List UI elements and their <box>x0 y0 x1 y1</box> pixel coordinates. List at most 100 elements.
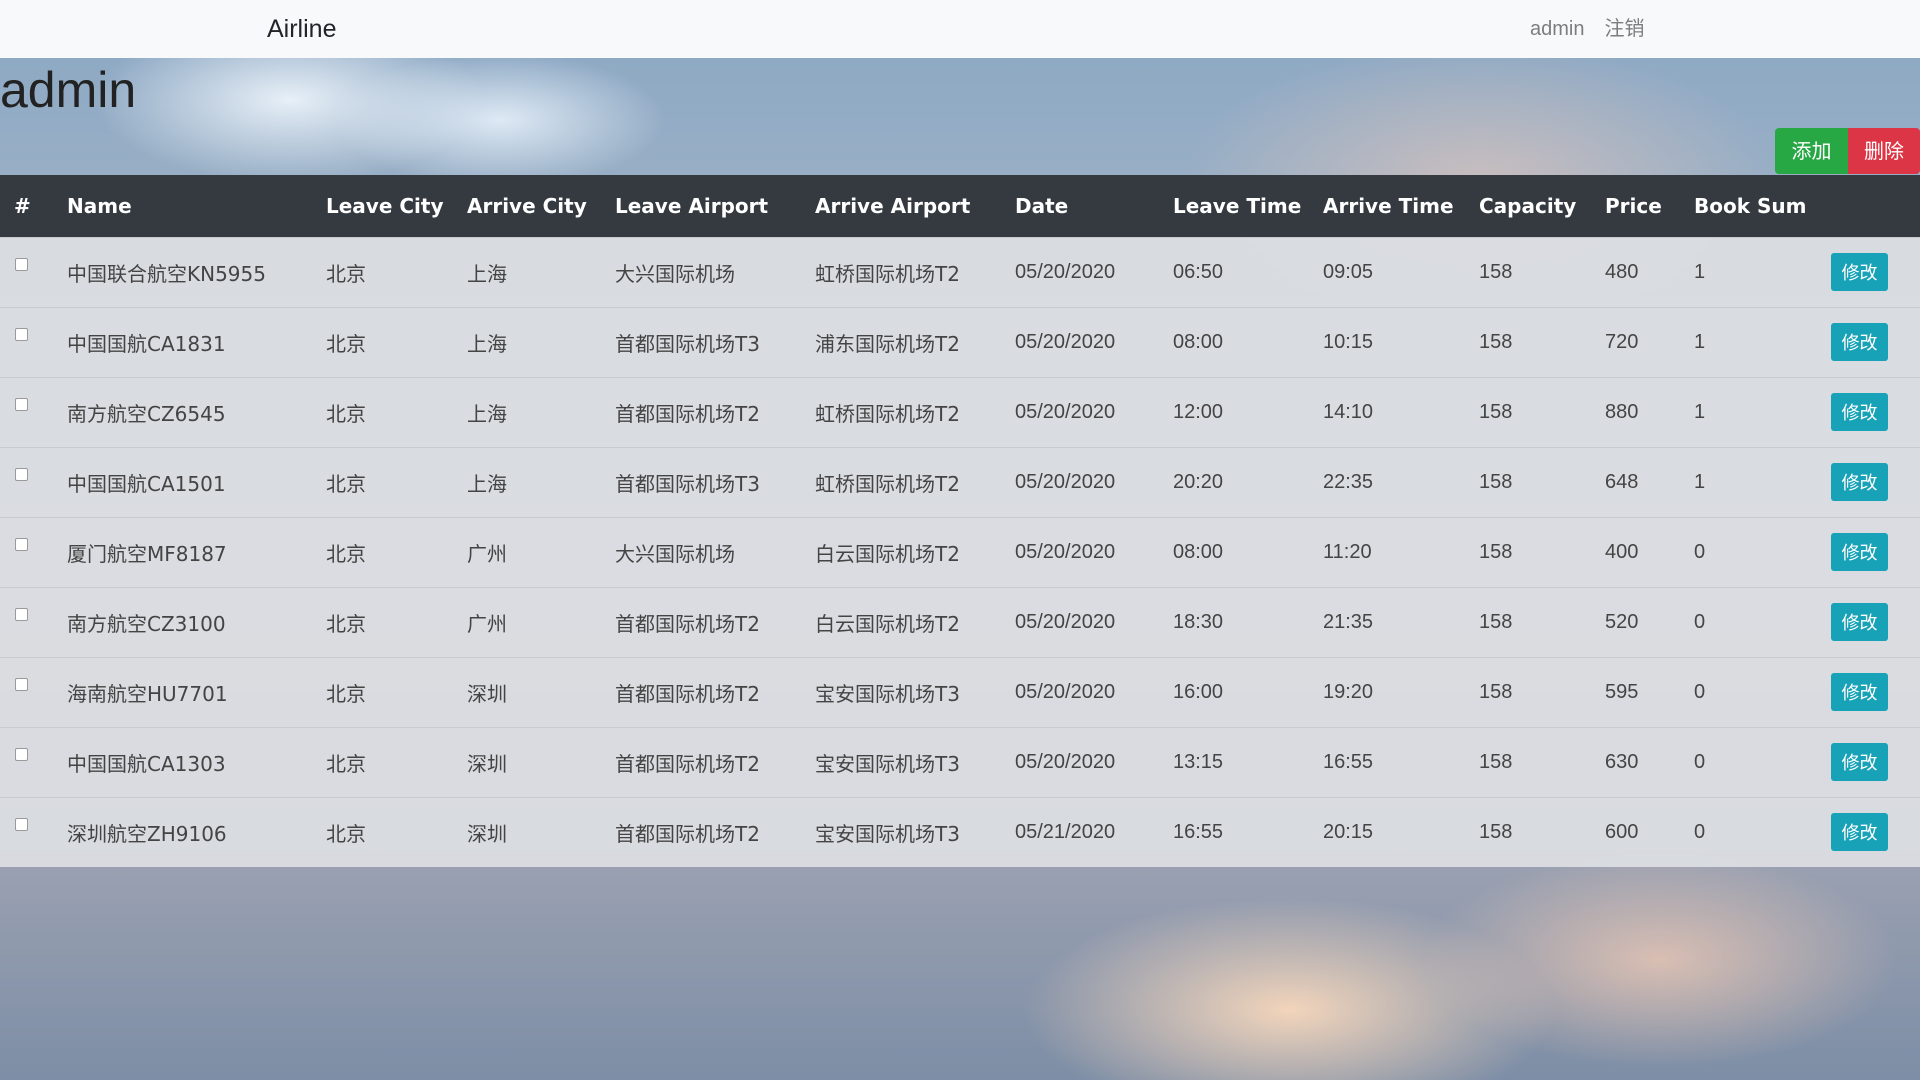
price-cell: 630 <box>1605 750 1639 773</box>
row-checkbox[interactable] <box>15 678 28 691</box>
row-checkbox[interactable] <box>15 608 28 621</box>
book-sum-cell: 0 <box>1694 750 1706 773</box>
col-header-actions <box>1831 175 1920 237</box>
book-sum-cell: 1 <box>1694 260 1706 283</box>
edit-button[interactable]: 修改 <box>1831 813 1888 852</box>
row-checkbox[interactable] <box>15 748 28 761</box>
capacity-cell: 158 <box>1479 820 1513 843</box>
row-actions-cell: 修改 <box>1831 447 1920 517</box>
edit-button[interactable]: 修改 <box>1831 253 1888 291</box>
book-sum-cell: 1 <box>1694 470 1706 493</box>
price-cell: 720 <box>1605 330 1639 353</box>
col-header-arrive-airport: Arrive Airport <box>815 193 971 218</box>
col-header-price: Price <box>1605 193 1662 218</box>
row-actions-cell: 修改 <box>1831 657 1920 727</box>
arrive-time-cell: 22:35 <box>1323 470 1374 493</box>
row-checkbox[interactable] <box>15 398 28 411</box>
edit-button[interactable]: 修改 <box>1831 393 1888 431</box>
row-checkbox[interactable] <box>15 258 28 271</box>
row-checkbox[interactable] <box>15 468 28 481</box>
book-sum-cell: 0 <box>1694 680 1706 703</box>
arrive-airport-cell: 白云国际机场T2 <box>815 611 960 636</box>
book-sum-cell: 1 <box>1694 400 1706 423</box>
arrive-city-cell: 深圳 <box>467 821 507 846</box>
col-header-book-sum: Book Sum <box>1694 193 1807 218</box>
leave-airport-cell: 首都国际机场T3 <box>615 331 760 356</box>
leave-time-cell: 12:00 <box>1173 400 1224 423</box>
logout-link[interactable]: 注销 <box>1604 14 1644 44</box>
book-sum-cell: 0 <box>1694 610 1706 633</box>
table-row: 中国国航CA1303 北京 深圳 首都国际机场T2 宝安国际机场T3 05/20/2020… <box>0 727 1920 797</box>
flight-date-cell: 05/20/2020 <box>1015 400 1116 423</box>
arrive-airport-cell: 虹桥国际机场T2 <box>815 261 960 286</box>
row-actions-cell: 修改 <box>1831 377 1920 447</box>
flight-date-cell: 05/20/2020 <box>1015 330 1116 353</box>
leave-airport-cell: 首都国际机场T2 <box>615 751 760 776</box>
flight-name-cell: 厦门航空MF8187 <box>67 541 227 566</box>
flight-date-cell: 05/20/2020 <box>1015 540 1116 563</box>
flight-name-cell: 深圳航空ZH9106 <box>67 821 227 846</box>
capacity-cell: 158 <box>1479 260 1513 283</box>
col-header-index: # <box>14 193 31 218</box>
leave-city-cell: 北京 <box>326 541 366 566</box>
leave-time-cell: 06:50 <box>1173 260 1224 283</box>
delete-button[interactable]: 删除 <box>1848 128 1920 174</box>
edit-button[interactable]: 修改 <box>1831 673 1888 711</box>
arrive-city-cell: 深圳 <box>467 751 507 776</box>
arrive-airport-cell: 虹桥国际机场T2 <box>815 401 960 426</box>
arrive-city-cell: 广州 <box>467 611 507 636</box>
arrive-airport-cell: 宝安国际机场T3 <box>815 751 960 776</box>
arrive-time-cell: 19:20 <box>1323 680 1374 703</box>
table-row: 海南航空HU7701 北京 深圳 首都国际机场T2 宝安国际机场T3 05/20/2020… <box>0 657 1920 727</box>
flights-table: # Name Leave City Arrive City Leave Airp… <box>0 175 1920 867</box>
row-checkbox[interactable] <box>15 818 28 832</box>
arrive-time-cell: 10:15 <box>1323 330 1374 353</box>
arrive-time-cell: 11:20 <box>1323 540 1372 563</box>
table-row: 中国国航CA1831 北京 上海 首都国际机场T3 浦东国际机场T2 05/20/2020… <box>0 307 1920 377</box>
leave-time-cell: 16:00 <box>1173 680 1224 703</box>
leave-time-cell: 18:30 <box>1173 610 1224 633</box>
flight-name-cell: 中国国航CA1501 <box>67 471 226 496</box>
arrive-airport-cell: 浦东国际机场T2 <box>815 331 960 356</box>
price-cell: 400 <box>1605 540 1639 563</box>
table-row: 深圳航空ZH9106 北京 深圳 首都国际机场T2 宝安国际机场T3 05/21/2020… <box>0 797 1920 867</box>
leave-time-cell: 08:00 <box>1173 540 1224 563</box>
arrive-airport-cell: 虹桥国际机场T2 <box>815 471 960 496</box>
action-buttons: 添加 删除 <box>1775 128 1920 174</box>
arrive-airport-cell: 宝安国际机场T3 <box>815 821 960 846</box>
arrive-time-cell: 14:10 <box>1323 400 1374 423</box>
row-select-cell <box>0 517 67 587</box>
leave-airport-cell: 首都国际机场T2 <box>615 821 760 846</box>
row-select-cell <box>0 727 67 797</box>
flight-name-cell: 海南航空HU7701 <box>67 681 228 706</box>
brand-link[interactable]: Airline <box>267 12 336 46</box>
capacity-cell: 158 <box>1479 540 1513 563</box>
flight-name-cell: 中国国航CA1831 <box>67 331 226 356</box>
user-link[interactable]: admin <box>1530 14 1584 44</box>
edit-button[interactable]: 修改 <box>1831 533 1888 571</box>
arrive-city-cell: 上海 <box>467 331 507 356</box>
edit-button[interactable]: 修改 <box>1831 743 1888 781</box>
navbar: Airline admin 注销 <box>0 0 1920 58</box>
col-header-date: Date <box>1015 193 1069 218</box>
leave-city-cell: 北京 <box>326 261 366 286</box>
flight-name-cell: 中国国航CA1303 <box>67 751 226 776</box>
capacity-cell: 158 <box>1479 610 1513 633</box>
add-button[interactable]: 添加 <box>1775 128 1848 174</box>
flight-date-cell: 05/20/2020 <box>1015 750 1116 773</box>
arrive-airport-cell: 白云国际机场T2 <box>815 541 960 566</box>
book-sum-cell: 0 <box>1694 540 1706 563</box>
capacity-cell: 158 <box>1479 750 1513 773</box>
table-row: 厦门航空MF8187 北京 广州 大兴国际机场 白云国际机场T2 05/20/2020 08… <box>0 517 1920 587</box>
leave-airport-cell: 首都国际机场T2 <box>615 401 760 426</box>
arrive-city-cell: 上海 <box>467 401 507 426</box>
price-cell: 880 <box>1605 400 1639 423</box>
row-checkbox[interactable] <box>15 538 28 551</box>
edit-button[interactable]: 修改 <box>1831 463 1888 501</box>
edit-button[interactable]: 修改 <box>1831 603 1888 641</box>
row-checkbox[interactable] <box>15 328 28 341</box>
leave-city-cell: 北京 <box>326 331 366 356</box>
capacity-cell: 158 <box>1479 680 1513 703</box>
flight-name-cell: 中国联合航空KN5955 <box>67 261 266 286</box>
edit-button[interactable]: 修改 <box>1831 323 1888 361</box>
